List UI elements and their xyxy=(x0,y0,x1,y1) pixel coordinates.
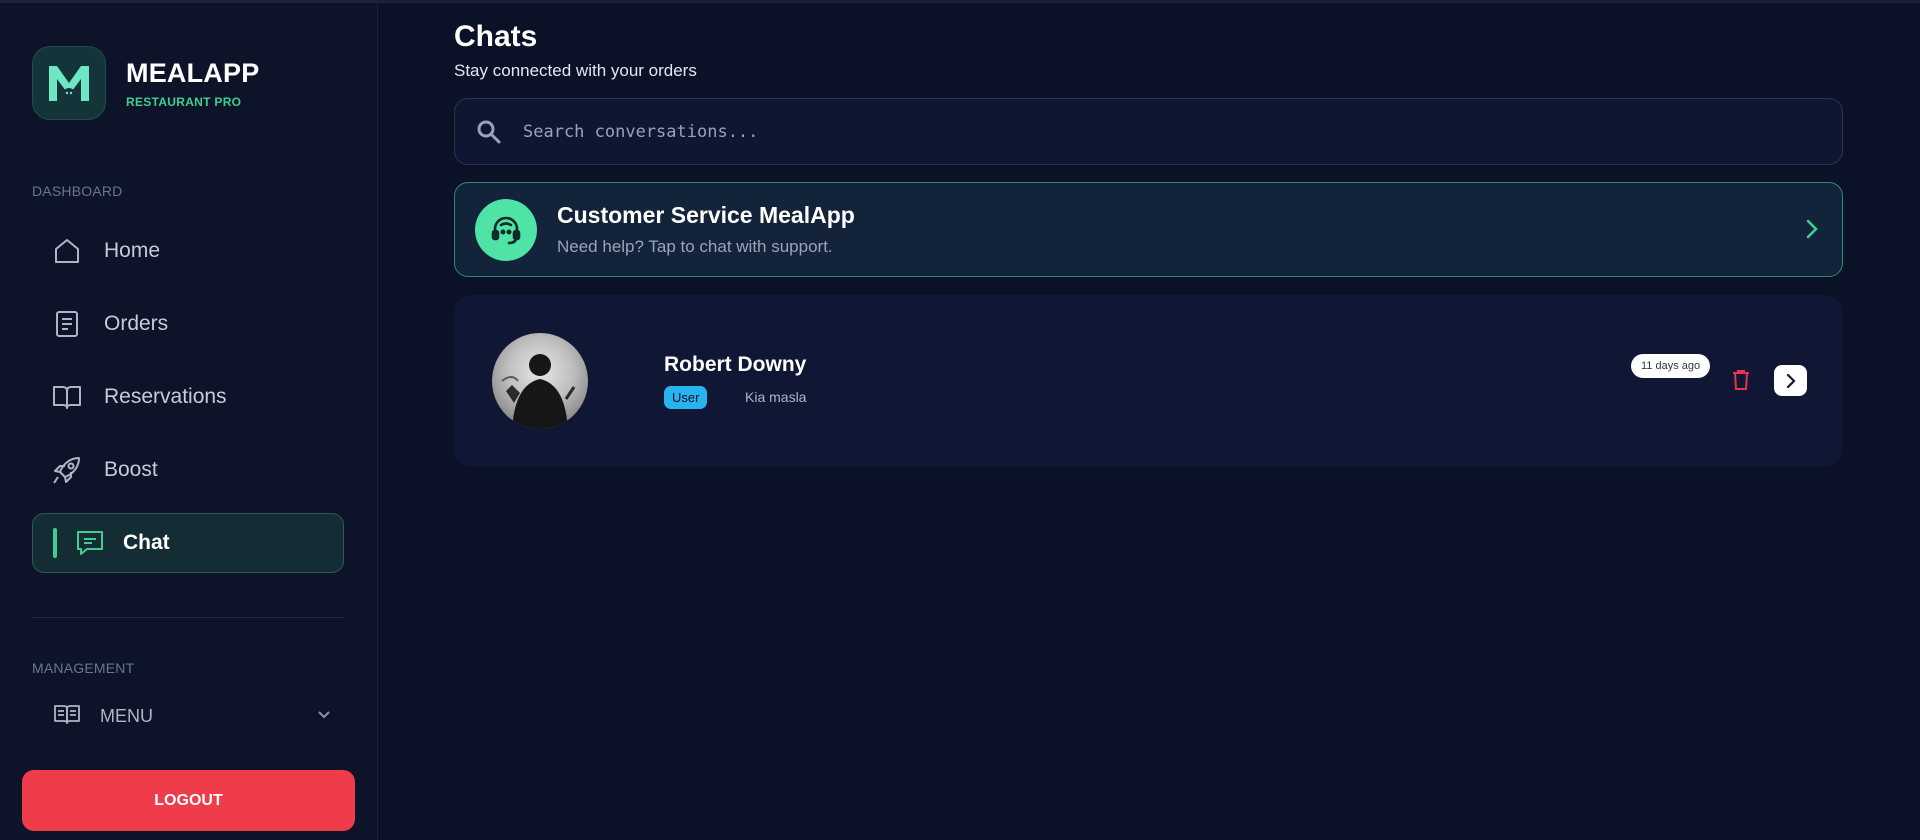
support-subtitle: Need help? Tap to chat with support. xyxy=(557,237,833,256)
home-icon xyxy=(52,236,82,266)
sidebar-item-orders[interactable]: Orders xyxy=(32,294,344,354)
support-chat-card[interactable]: Customer Service MealApp Need help? Tap … xyxy=(454,182,1843,277)
chat-list-item[interactable]: Robert Downy User Kia masla 11 days ago xyxy=(454,295,1843,467)
active-indicator xyxy=(53,528,57,558)
sidebar: MEALAPP RESTAURANT PRO DASHBOARD Home Or… xyxy=(0,3,378,840)
sidebar-item-reservations[interactable]: Reservations xyxy=(32,367,344,427)
logout-button[interactable]: LOGOUT xyxy=(22,770,355,831)
sidebar-item-label: Boost xyxy=(104,458,158,481)
main-content: Chats Stay connected with your orders Se… xyxy=(378,3,1920,840)
brand-logo xyxy=(32,46,106,120)
trash-icon xyxy=(1733,370,1749,390)
sidebar-item-label: MENU xyxy=(100,705,153,726)
search-icon xyxy=(469,112,509,152)
sidebar-divider xyxy=(32,617,344,618)
app-root: MEALAPP RESTAURANT PRO DASHBOARD Home Or… xyxy=(0,3,1920,840)
brand-name: MEALAPP xyxy=(126,57,260,88)
sidebar-item-menu[interactable]: MENU xyxy=(32,696,332,736)
support-avatar xyxy=(475,198,537,261)
search-input[interactable] xyxy=(523,121,1723,142)
chat-timestamp: 11 days ago xyxy=(1631,354,1711,378)
role-badge: User xyxy=(664,386,708,409)
menu-book-icon xyxy=(54,703,80,730)
chat-icon xyxy=(75,528,105,558)
sidebar-item-chat[interactable]: Chat xyxy=(32,513,344,573)
chevron-right-icon xyxy=(1786,373,1796,388)
book-icon xyxy=(52,382,82,412)
orders-icon xyxy=(52,309,82,339)
support-title: Customer Service MealApp xyxy=(557,202,855,228)
sidebar-item-label: Chat xyxy=(123,531,170,554)
headset-icon xyxy=(491,216,521,244)
chat-last-message: Kia masla xyxy=(745,389,807,405)
chevron-down-icon xyxy=(316,706,332,727)
sidebar-item-label: Reservations xyxy=(104,385,227,408)
rocket-icon xyxy=(52,455,82,485)
open-chat-button[interactable] xyxy=(1774,365,1807,396)
sidebar-item-home[interactable]: Home xyxy=(32,221,344,281)
sidebar-item-label: Home xyxy=(104,239,161,262)
delete-chat-button[interactable] xyxy=(1728,365,1754,395)
page-title: Chats xyxy=(454,20,538,53)
chat-contact-name: Robert Downy xyxy=(664,353,807,376)
search-bar xyxy=(454,98,1843,165)
chevron-right-icon xyxy=(1802,217,1822,246)
brand: MEALAPP RESTAURANT PRO xyxy=(32,46,259,120)
mealapp-logo-icon xyxy=(49,66,89,101)
avatar xyxy=(492,333,588,429)
section-label-management: MANAGEMENT xyxy=(32,660,135,676)
section-label-dashboard: DASHBOARD xyxy=(32,183,123,199)
page-subtitle: Stay connected with your orders xyxy=(454,61,697,80)
brand-subtitle: RESTAURANT PRO xyxy=(126,94,242,109)
sidebar-item-boost[interactable]: Boost xyxy=(32,440,344,500)
sidebar-item-label: Orders xyxy=(104,312,169,335)
